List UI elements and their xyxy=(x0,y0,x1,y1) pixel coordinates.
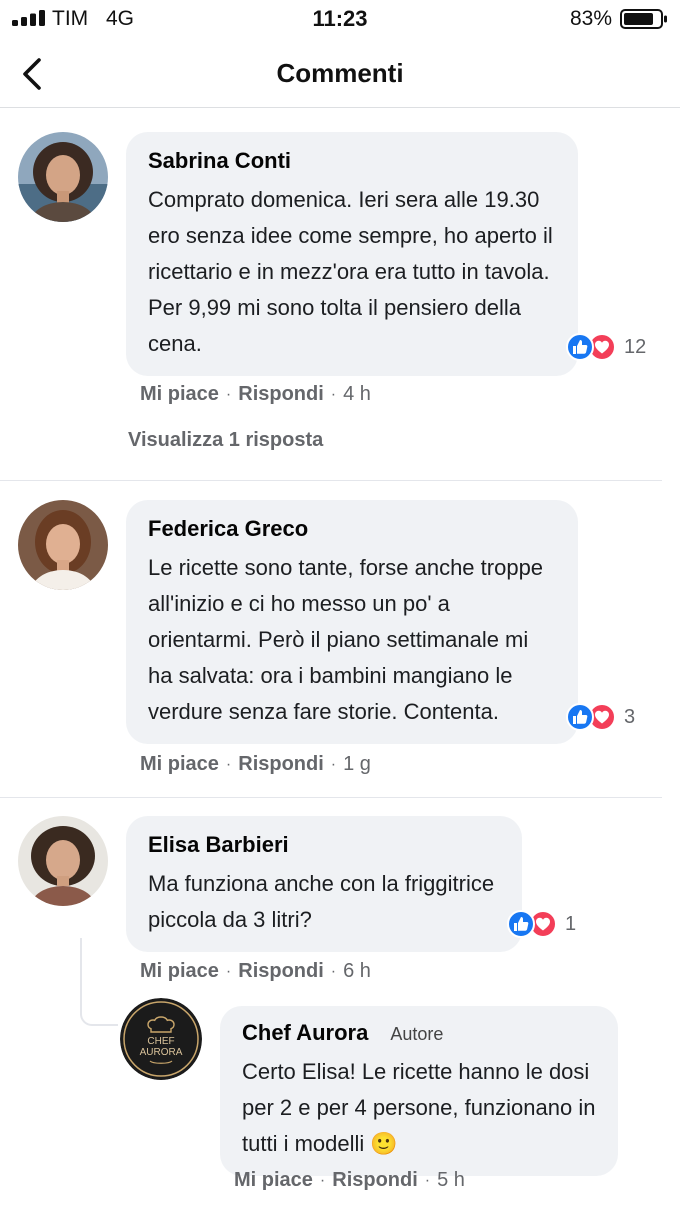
comment-text: Ma funziona anche con la friggitrice pic… xyxy=(148,871,495,932)
comment-author[interactable]: Elisa Barbieri xyxy=(148,832,500,858)
comment-time: 1 g xyxy=(343,753,371,775)
reaction-count: 1 xyxy=(565,912,577,935)
logo-text-line-2: AURORA xyxy=(140,1047,183,1058)
like-button[interactable]: Mi piace xyxy=(140,383,219,406)
reactions-summary[interactable]: 1 xyxy=(507,909,576,939)
reply-time: 5 h xyxy=(437,1169,465,1191)
comment-author[interactable]: Federica Greco xyxy=(148,516,556,542)
reply-button[interactable]: Rispondi xyxy=(238,960,324,983)
divider xyxy=(0,480,662,481)
like-button[interactable]: Mi piace xyxy=(234,1169,313,1192)
like-button[interactable]: Mi piace xyxy=(140,753,219,776)
reactions-summary[interactable]: 3 xyxy=(566,702,635,732)
avatar[interactable] xyxy=(18,132,108,222)
reply-author[interactable]: Chef Aurora xyxy=(242,1020,368,1046)
comment-time: 6 h xyxy=(343,960,371,982)
comment-bubble: Sabrina Conti Comprato domenica. Ieri se… xyxy=(126,132,578,376)
avatar[interactable] xyxy=(18,500,108,590)
profile-photo-icon xyxy=(18,816,108,906)
chef-logo-icon: CHEF AURORA xyxy=(120,998,202,1080)
reply-button[interactable]: Rispondi xyxy=(238,383,324,406)
navigation-header: Commenti xyxy=(0,42,680,108)
reply-bubble: Chef Aurora Autore Certo Elisa! Le ricet… xyxy=(220,1006,618,1176)
reply-button[interactable]: Rispondi xyxy=(332,1169,418,1192)
battery-percent: 83% xyxy=(569,7,612,30)
reaction-count: 3 xyxy=(624,705,636,728)
like-button[interactable]: Mi piace xyxy=(140,960,219,983)
profile-photo-icon xyxy=(18,500,108,590)
comment-author[interactable]: Sabrina Conti xyxy=(148,148,556,174)
comment-text: Comprato domenica. Ieri sera alle 19.30 … xyxy=(148,187,553,356)
comment-bubble: Elisa Barbieri Ma funziona anche con la … xyxy=(126,816,522,952)
comment-text: Le ricette sono tante, forse anche tropp… xyxy=(148,555,544,724)
logo-text-line-1: CHEF xyxy=(147,1036,174,1047)
comment-actions: Mi piace · Rispondi · 6 h xyxy=(140,960,371,983)
reply-text: Certo Elisa! Le ricette hanno le dosi pe… xyxy=(242,1059,596,1156)
comment-time: 4 h xyxy=(343,383,371,405)
like-reaction-icon xyxy=(566,333,594,361)
comment-actions: Mi piace · Rispondi · 4 h xyxy=(140,383,371,406)
view-replies-link[interactable]: Visualizza 1 risposta xyxy=(128,429,323,452)
reactions-summary[interactable]: 12 xyxy=(566,332,646,362)
like-reaction-icon xyxy=(566,703,594,731)
status-bar: TIM 4G 11:23 83% xyxy=(0,0,680,38)
author-avatar[interactable]: CHEF AURORA xyxy=(120,998,202,1080)
comment-actions: Mi piace · Rispondi · 1 g xyxy=(140,753,371,776)
divider xyxy=(0,797,662,798)
avatar[interactable] xyxy=(18,816,108,906)
page-title: Commenti xyxy=(276,58,404,88)
comment-bubble: Federica Greco Le ricette sono tante, fo… xyxy=(126,500,578,744)
like-reaction-icon xyxy=(507,910,535,938)
reply-button[interactable]: Rispondi xyxy=(238,753,324,776)
reply-actions: Mi piace · Rispondi · 5 h xyxy=(234,1169,465,1192)
reaction-count: 12 xyxy=(624,335,647,358)
author-badge: Autore xyxy=(390,1024,444,1044)
reply-thread-line xyxy=(80,938,118,1026)
profile-photo-icon xyxy=(18,132,108,222)
battery-icon xyxy=(620,9,667,29)
